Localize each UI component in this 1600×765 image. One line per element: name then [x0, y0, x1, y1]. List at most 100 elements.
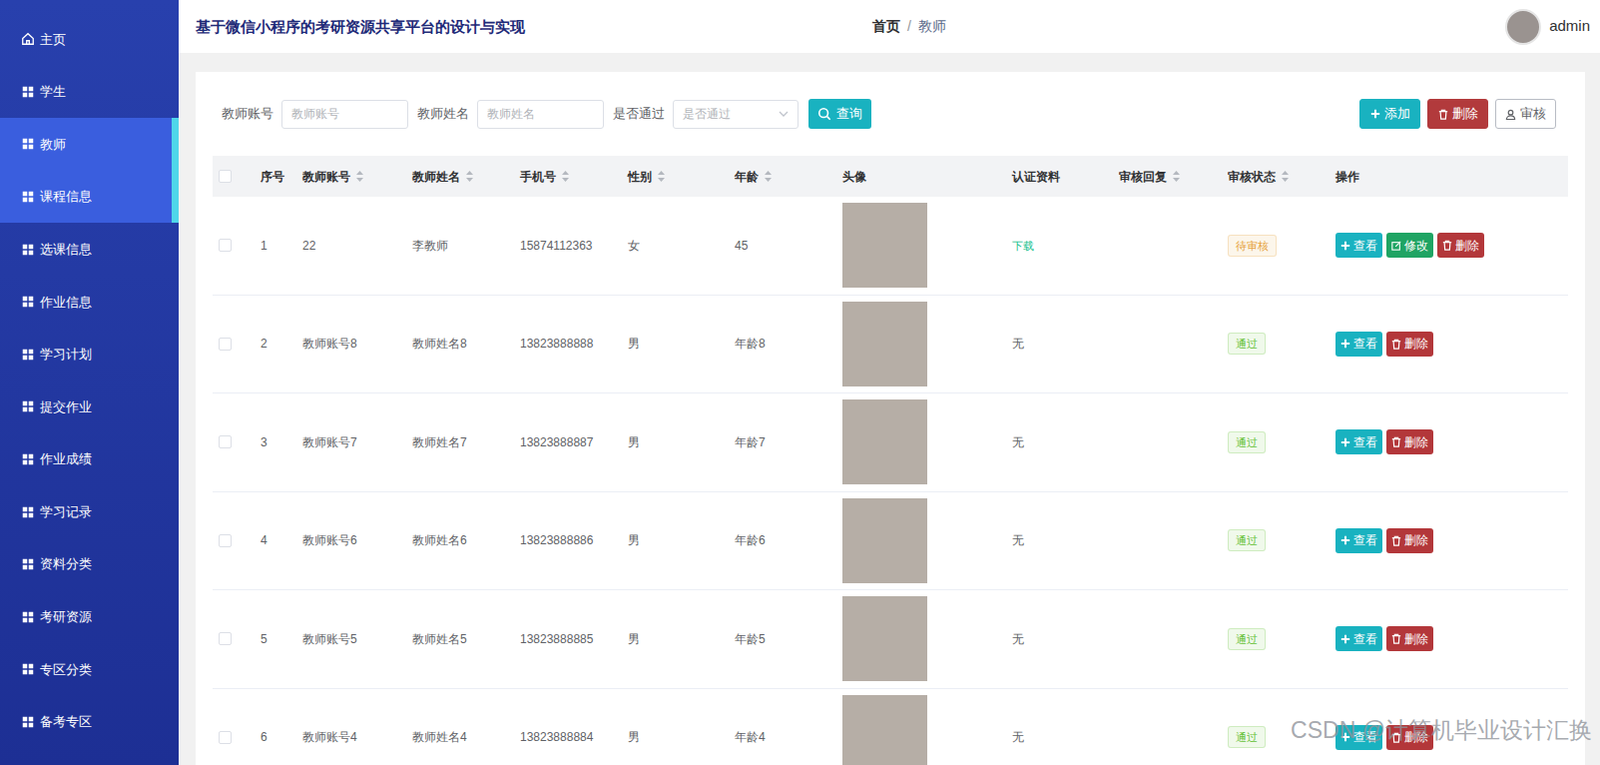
cell-name: 教师姓名5 — [412, 631, 468, 646]
sidebar-item[interactable]: 资料分类 — [0, 537, 179, 591]
username[interactable]: admin — [1549, 14, 1591, 38]
content-card: 教师账号教师姓名是否通过是否通过查询添加删除审核序号教师账号教师姓名手机号性别年… — [195, 71, 1586, 765]
column-header[interactable]: 教师账号 — [302, 167, 413, 186]
button-label: 删除 — [1404, 334, 1429, 353]
breadcrumb-item[interactable]: 首页 — [872, 15, 901, 37]
column-header[interactable]: 审核状态 — [1227, 167, 1336, 186]
filter-input[interactable] — [477, 99, 604, 129]
button-label: 审核 — [1520, 103, 1547, 124]
filter-input[interactable] — [281, 99, 409, 129]
sidebar-item[interactable]: 学生 — [0, 65, 179, 119]
delete-button[interactable]: 删除 — [1386, 625, 1434, 651]
sidebar-item[interactable]: 作业信息 — [0, 275, 179, 329]
cell-index: 3 — [260, 435, 268, 450]
table-row[interactable]: 4教师账号6教师姓名613823888886男年龄6无通过查看删除 — [212, 492, 1569, 591]
button-label: 查看 — [1353, 727, 1378, 746]
avatar-photo — [842, 498, 928, 583]
avatar-photo — [842, 694, 928, 765]
button-label: 查看 — [1353, 334, 1378, 353]
grid-icon — [20, 505, 35, 520]
row-checkbox[interactable] — [218, 238, 232, 252]
delete-button[interactable]: 删除 — [1437, 232, 1485, 258]
row-actions: 查看修改删除 — [1335, 232, 1569, 258]
sidebar-item[interactable]: 专区分类 — [0, 642, 179, 696]
view-button[interactable]: 查看 — [1335, 331, 1383, 357]
active-bar — [171, 117, 179, 171]
view-button[interactable]: 查看 — [1335, 232, 1383, 258]
status-select[interactable]: 是否通过 — [672, 99, 799, 129]
column-header[interactable]: 教师姓名 — [412, 167, 521, 186]
row-checkbox[interactable] — [218, 169, 232, 183]
view-button[interactable]: 查看 — [1335, 625, 1383, 651]
sort-icon — [657, 170, 665, 182]
button-label: 查看 — [1353, 433, 1378, 452]
cell-phone: 13823888886 — [520, 533, 593, 547]
status-tag: 待审核 — [1227, 234, 1277, 257]
audit-button[interactable]: 审核 — [1495, 98, 1557, 129]
sidebar-item[interactable]: 选课信息 — [0, 222, 179, 276]
column-label: 操作 — [1335, 167, 1360, 186]
cell-index: 1 — [260, 238, 268, 253]
sidebar-item[interactable]: 课程信息 — [0, 170, 179, 224]
column-header[interactable]: 手机号 — [520, 167, 628, 186]
cert-text: 无 — [1012, 435, 1025, 450]
sidebar-label: 作业信息 — [39, 292, 92, 313]
avatar-icon — [1505, 8, 1542, 45]
view-button[interactable]: 查看 — [1335, 429, 1383, 455]
row-checkbox[interactable] — [218, 533, 232, 547]
edit-button[interactable]: 修改 — [1386, 232, 1434, 258]
sidebar-label: 资料分类 — [39, 553, 92, 574]
table-row[interactable]: 5教师账号5教师姓名513823888885男年龄5无通过查看删除 — [212, 589, 1569, 689]
column-header[interactable]: 年龄 — [734, 167, 843, 186]
cell-name: 教师姓名8 — [412, 336, 468, 351]
delete-button[interactable]: 删除 — [1386, 331, 1434, 357]
delete-button[interactable]: 删除 — [1386, 724, 1434, 750]
cell-age: 年龄5 — [734, 631, 766, 646]
row-checkbox[interactable] — [218, 435, 232, 449]
user-menu[interactable]: admin — [1505, 8, 1591, 45]
sidebar-item[interactable]: 提交作业 — [0, 380, 179, 434]
add-button[interactable]: 添加 — [1359, 98, 1421, 129]
row-actions: 查看删除 — [1335, 724, 1569, 750]
row-actions: 查看 删除 — [1335, 331, 1569, 357]
cell-name: 教师姓名6 — [412, 533, 468, 547]
column-label: 序号 — [260, 167, 285, 186]
view-button[interactable]: 查看 — [1335, 528, 1383, 553]
sidebar-item[interactable]: 主页 — [0, 12, 179, 66]
row-actions: 查看删除 — [1335, 625, 1569, 651]
plus-icon — [1340, 731, 1351, 742]
cell-account: 教师账号8 — [302, 336, 358, 351]
sidebar-item[interactable]: 作业成绩 — [0, 433, 179, 487]
row-checkbox[interactable] — [218, 631, 232, 645]
sidebar-label: 提交作业 — [39, 397, 92, 418]
sidebar-item[interactable]: 学习记录 — [0, 485, 179, 538]
delete-button[interactable]: 删除 — [1386, 429, 1434, 455]
delete-button[interactable]: 删除 — [1386, 528, 1434, 553]
avatar-photo — [842, 595, 928, 681]
row-checkbox[interactable] — [218, 730, 232, 744]
table-row[interactable]: 6教师账号4教师姓名413823888884男年龄4无通过查看删除 — [212, 688, 1569, 765]
sort-icon — [764, 170, 772, 182]
cell-name: 教师姓名4 — [412, 729, 468, 744]
sidebar-item[interactable]: 备考专区 — [0, 695, 179, 749]
column-header[interactable]: 审核回复 — [1118, 167, 1228, 186]
button-label: 查看 — [1353, 531, 1378, 549]
sort-icon — [356, 170, 364, 182]
avatar-photo — [842, 301, 928, 387]
delete-button[interactable]: 删除 — [1427, 98, 1489, 129]
filter-label: 教师姓名 — [417, 103, 470, 124]
row-checkbox[interactable] — [218, 337, 232, 351]
column-header[interactable]: 性别 — [627, 167, 735, 186]
sidebar-item[interactable]: 学习计划 — [0, 328, 179, 382]
table-row[interactable]: 3教师账号7教师姓名713823888887男年龄7无通过查看删除 — [212, 393, 1569, 493]
cell-age: 45 — [734, 238, 748, 253]
search-button[interactable]: 查询 — [808, 98, 872, 129]
sidebar-item[interactable]: 教师 — [0, 117, 179, 171]
cell-phone: 13823888885 — [520, 631, 593, 646]
column-header: 头像 — [842, 167, 1013, 186]
view-button[interactable]: 查看 — [1335, 724, 1383, 750]
table-row[interactable]: 122李教师15874112363女45下载待审核查看修改删除 — [212, 196, 1569, 296]
sidebar-item[interactable]: 考研资源 — [0, 590, 179, 644]
download-link[interactable]: 下载 — [1012, 239, 1035, 252]
table-row[interactable]: 2教师账号8教师姓名813823888888男年龄8无通过查看删除 — [212, 295, 1569, 395]
